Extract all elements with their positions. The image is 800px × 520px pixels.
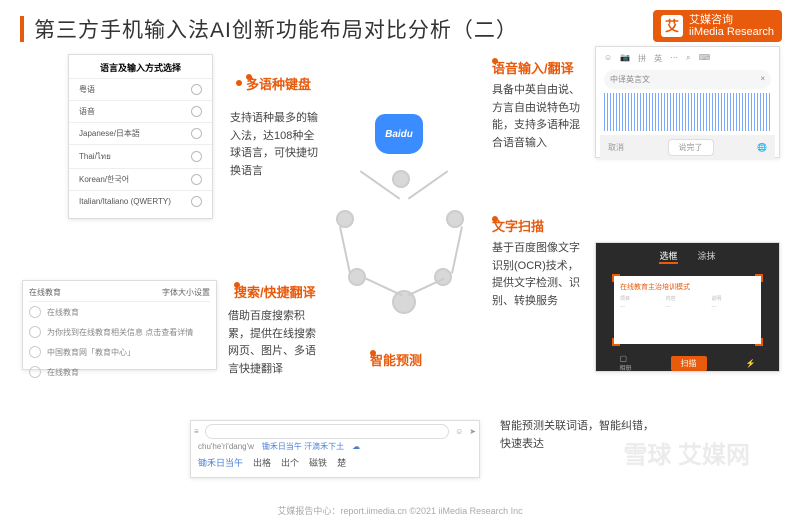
candidate[interactable]: 出个 — [281, 456, 299, 469]
baidu-logo: Baidu — [375, 114, 423, 162]
ocr-capture-area[interactable]: 在线教育主治培训模式 项目内容说明--------- — [614, 276, 761, 344]
voice-input-box[interactable]: 中译英言文× — [604, 70, 771, 89]
page-title: 第三方手机输入法AI创新功能布局对比分析（二） — [34, 14, 518, 44]
voice-toolbar: ☺ 📷 拼 英 ⋯ ⌕ ⌨ — [600, 51, 775, 66]
candidate[interactable]: 磁铁 — [309, 456, 327, 469]
globe-icon[interactable]: 🌐 — [757, 143, 767, 152]
predict-input[interactable] — [205, 424, 449, 439]
tab-select[interactable]: 选框 — [659, 249, 677, 264]
search-row[interactable]: 在线教育 — [29, 362, 210, 382]
keyboard-icon[interactable]: ⌨ — [699, 53, 711, 64]
lang-option[interactable]: Italian/Italiano (QWERTY) — [69, 190, 212, 212]
close-icon[interactable]: × — [760, 74, 765, 85]
smile-icon[interactable]: ☺ — [455, 427, 463, 436]
ocr-doc-title: 在线教育主治培训模式 — [620, 282, 755, 292]
search-header: 在线教育字体大小设置 — [29, 287, 210, 302]
lang-option[interactable]: Japanese/日本語 — [69, 122, 212, 144]
label-voice: 语音输入/翻译 — [492, 58, 574, 77]
canvas: 语言及输入方式选择 粤语 语音 Japanese/日本語 Thai/ไทย Ko… — [0, 50, 800, 500]
cloud-icon: ☁ — [352, 442, 360, 451]
search-row[interactable]: 为你找到在线教育相关信息 点击查看详情 — [29, 322, 210, 342]
flash-icon[interactable]: ⚡ — [746, 359, 756, 368]
tab-pinyin[interactable]: 拼 — [638, 53, 646, 64]
card-language-select: 语言及输入方式选择 粤语 语音 Japanese/日本語 Thai/ไทย Ko… — [68, 54, 213, 219]
lang-option[interactable]: 粤语 — [69, 78, 212, 100]
predict-mid: chu'he'ri'dang'w 锄禾日当午 汗滴禾下土 ☁ — [194, 439, 476, 454]
card-voice: ☺ 📷 拼 英 ⋯ ⌕ ⌨ 中译英言文× 取消 说完了 🌐 — [595, 46, 780, 158]
card-header: 语言及输入方式选择 — [69, 61, 212, 78]
brand-text: 艾媒咨询iiMedia Research — [689, 14, 774, 38]
gallery-icon[interactable]: ▢相册 — [620, 354, 632, 372]
desc-multilang: 支持语种最多的输入法，达108种全球语言，可快捷切换语言 — [230, 110, 322, 180]
ocr-bottom: ▢相册 扫描 ⚡ — [596, 350, 779, 376]
desc-voice: 具备中英自由说、方言自由说特色功能，支持多语种混合语音输入 — [492, 82, 584, 152]
lang-option[interactable]: 语音 — [69, 100, 212, 122]
lang-option[interactable]: Korean/한국어 — [69, 168, 212, 190]
brand-icon: 艾 — [661, 15, 683, 37]
label-predict: 智能预测 — [370, 350, 422, 369]
send-icon[interactable]: ➤ — [469, 427, 476, 436]
candidate[interactable]: 楚 — [337, 456, 346, 469]
predict-top: ≡ ☺ ➤ — [194, 424, 476, 439]
label-ocr: 文字扫描 — [492, 216, 544, 235]
waveform — [604, 93, 771, 131]
search-row[interactable]: 在线教育 — [29, 302, 210, 322]
radio-icon — [29, 306, 41, 318]
card-ocr: 选框 涂抹 在线教育主治培训模式 项目内容说明--------- ▢相册 扫描 ⚡ — [595, 242, 780, 372]
menu-icon[interactable]: ≡ — [194, 427, 199, 436]
search-icon[interactable]: ⌕ — [686, 53, 690, 64]
desc-predict: 智能预测关联词语，智能纠错，快速表达 — [500, 418, 660, 453]
candidate-text[interactable]: 锄禾日当午 汗滴禾下土 — [262, 441, 344, 452]
card-predict: ≡ ☺ ➤ chu'he'ri'dang'w 锄禾日当午 汗滴禾下土 ☁ 锄禾日… — [190, 420, 480, 478]
scan-button[interactable]: 扫描 — [671, 356, 707, 371]
radio-icon — [29, 346, 41, 358]
lang-option[interactable]: Thai/ไทย — [69, 144, 212, 168]
search-row[interactable]: 中国教育网「教育中心」 — [29, 342, 210, 362]
cancel-button[interactable]: 取消 — [608, 142, 624, 153]
desc-ocr: 基于百度图像文字识别(OCR)技术，提供文字检测、识别、转换服务 — [492, 240, 584, 310]
tab-smear[interactable]: 涂抹 — [698, 249, 716, 264]
footer: 艾媒报告中心：report.iimedia.cn ©2021 iiMedia R… — [0, 504, 800, 517]
more-icon[interactable]: ⋯ — [670, 53, 678, 64]
pinyin-text: chu'he'ri'dang'w — [198, 442, 254, 451]
done-button[interactable]: 说完了 — [668, 139, 714, 156]
camera-icon[interactable]: 📷 — [620, 53, 630, 64]
predict-candidates: 锄禾日当午 出格 出个 磁铁 楚 — [194, 454, 476, 471]
label-multilang: 多语种键盘 — [246, 74, 311, 93]
candidate[interactable]: 出格 — [253, 456, 271, 469]
radio-icon — [29, 366, 41, 378]
voice-bottom: 取消 说完了 🌐 — [600, 135, 775, 160]
label-search: 搜索/快捷翻译 — [234, 282, 316, 301]
radio-icon — [29, 326, 41, 338]
accent-bar — [20, 16, 24, 42]
candidate[interactable]: 锄禾日当午 — [198, 456, 243, 469]
smile-icon[interactable]: ☺ — [604, 53, 612, 64]
hub-diagram — [336, 170, 466, 300]
tab-english[interactable]: 英 — [654, 53, 662, 64]
card-search: 在线教育字体大小设置 在线教育 为你找到在线教育相关信息 点击查看详情 中国教育… — [22, 280, 217, 370]
baidu-icon: Baidu — [375, 114, 423, 154]
brand-logo: 艾 艾媒咨询iiMedia Research — [653, 10, 782, 42]
desc-search: 借助百度搜索积累，提供在线搜索网页、图片、多语言快捷翻译 — [228, 308, 320, 378]
ocr-tabs: 选框 涂抹 — [596, 243, 779, 270]
